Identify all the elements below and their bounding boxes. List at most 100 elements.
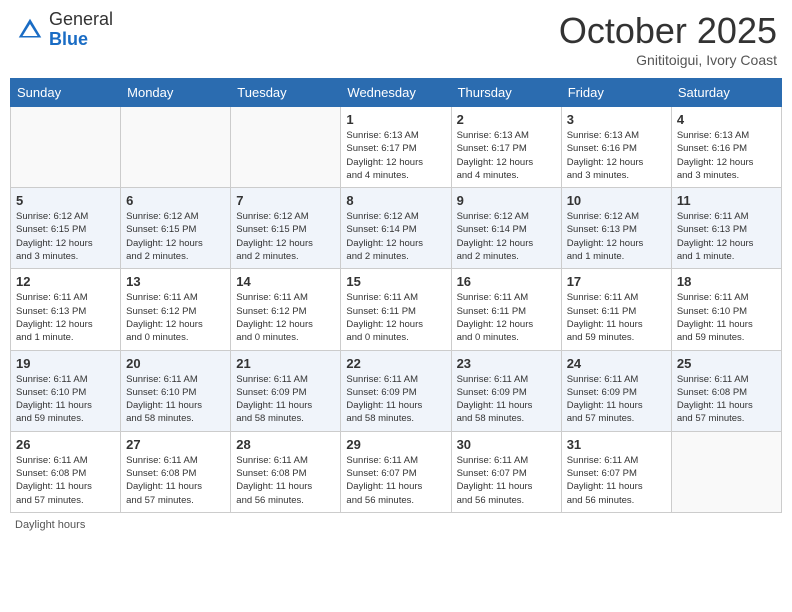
day-info: Sunrise: 6:11 AM Sunset: 6:11 PM Dayligh… bbox=[567, 291, 666, 344]
day-info: Sunrise: 6:11 AM Sunset: 6:07 PM Dayligh… bbox=[346, 454, 445, 507]
calendar-day-header: Friday bbox=[561, 79, 671, 107]
logo: General Blue bbox=[15, 10, 113, 50]
day-number: 20 bbox=[126, 356, 225, 371]
day-number: 1 bbox=[346, 112, 445, 127]
day-info: Sunrise: 6:13 AM Sunset: 6:17 PM Dayligh… bbox=[457, 129, 556, 182]
day-number: 28 bbox=[236, 437, 335, 452]
calendar-day-cell: 21Sunrise: 6:11 AM Sunset: 6:09 PM Dayli… bbox=[231, 350, 341, 431]
day-number: 16 bbox=[457, 274, 556, 289]
month-title: October 2025 bbox=[559, 10, 777, 52]
calendar-day-cell: 29 Sunrise: 6:11 AM Sunset: 6:07 PM Dayli… bbox=[341, 431, 451, 512]
logo-text: General Blue bbox=[49, 10, 113, 50]
calendar-day-header: Wednesday bbox=[341, 79, 451, 107]
day-info: Sunrise: 6:11 AM Sunset: 6:08 PM Dayligh… bbox=[677, 373, 776, 426]
calendar-day-cell bbox=[231, 107, 341, 188]
day-info: Sunrise: 6:11 AM Sunset: 6:08 PM Dayligh… bbox=[126, 454, 225, 507]
day-number: 22 bbox=[346, 356, 445, 371]
calendar-day-cell: 4 Sunrise: 6:13 AM Sunset: 6:16 PM Daylig… bbox=[671, 107, 781, 188]
day-info: Sunrise: 6:13 AM Sunset: 6:17 PM Dayligh… bbox=[346, 129, 445, 182]
calendar-day-cell: 20Sunrise: 6:11 AM Sunset: 6:10 PM Dayli… bbox=[121, 350, 231, 431]
day-info: Sunrise: 6:13 AM Sunset: 6:16 PM Dayligh… bbox=[677, 129, 776, 182]
day-info: Sunrise: 6:11 AM Sunset: 6:12 PM Dayligh… bbox=[236, 291, 335, 344]
day-number: 4 bbox=[677, 112, 776, 127]
calendar-day-cell bbox=[671, 431, 781, 512]
day-number: 21 bbox=[236, 356, 335, 371]
day-info: Sunrise: 6:13 AM Sunset: 6:16 PM Dayligh… bbox=[567, 129, 666, 182]
day-number: 31 bbox=[567, 437, 666, 452]
calendar-day-cell: 10 Sunrise: 6:12 AM Sunset: 6:13 PM Dayli… bbox=[561, 188, 671, 269]
day-info: Sunrise: 6:11 AM Sunset: 6:08 PM Dayligh… bbox=[16, 454, 115, 507]
calendar-day-cell: 18 Sunrise: 6:11 AM Sunset: 6:10 PM Dayli… bbox=[671, 269, 781, 350]
day-number: 17 bbox=[567, 274, 666, 289]
calendar-day-header: Monday bbox=[121, 79, 231, 107]
calendar-day-cell: 15Sunrise: 6:11 AM Sunset: 6:11 PM Dayli… bbox=[341, 269, 451, 350]
day-number: 11 bbox=[677, 193, 776, 208]
title-block: October 2025 Gnititoigui, Ivory Coast bbox=[559, 10, 777, 68]
day-info: Sunrise: 6:11 AM Sunset: 6:10 PM Dayligh… bbox=[677, 291, 776, 344]
day-info: Sunrise: 6:12 AM Sunset: 6:15 PM Dayligh… bbox=[236, 210, 335, 263]
day-info: Sunrise: 6:11 AM Sunset: 6:10 PM Dayligh… bbox=[16, 373, 115, 426]
logo-general-text: General bbox=[49, 10, 113, 30]
day-number: 27 bbox=[126, 437, 225, 452]
day-number: 19 bbox=[16, 356, 115, 371]
calendar-day-cell: 22 Sunrise: 6:11 AM Sunset: 6:09 PM Dayli… bbox=[341, 350, 451, 431]
day-number: 26 bbox=[16, 437, 115, 452]
day-number: 10 bbox=[567, 193, 666, 208]
day-info: Sunrise: 6:11 AM Sunset: 6:11 PM Dayligh… bbox=[457, 291, 556, 344]
logo-icon bbox=[15, 15, 45, 45]
calendar-day-cell: 11 Sunrise: 6:11 AM Sunset: 6:13 PM Dayli… bbox=[671, 188, 781, 269]
calendar-day-cell: 3 Sunrise: 6:13 AM Sunset: 6:16 PM Daylig… bbox=[561, 107, 671, 188]
day-info: Sunrise: 6:12 AM Sunset: 6:15 PM Dayligh… bbox=[126, 210, 225, 263]
calendar-day-cell: 12Sunrise: 6:11 AM Sunset: 6:13 PM Dayli… bbox=[11, 269, 121, 350]
calendar-day-cell: 16 Sunrise: 6:11 AM Sunset: 6:11 PM Dayli… bbox=[451, 269, 561, 350]
calendar-day-cell: 6Sunrise: 6:12 AM Sunset: 6:15 PM Daylig… bbox=[121, 188, 231, 269]
day-number: 24 bbox=[567, 356, 666, 371]
calendar-day-cell: 7Sunrise: 6:12 AM Sunset: 6:15 PM Daylig… bbox=[231, 188, 341, 269]
day-info: Sunrise: 6:11 AM Sunset: 6:09 PM Dayligh… bbox=[567, 373, 666, 426]
calendar-week-row: 12Sunrise: 6:11 AM Sunset: 6:13 PM Dayli… bbox=[11, 269, 782, 350]
calendar-week-row: 5 Sunrise: 6:12 AM Sunset: 6:15 PM Daylig… bbox=[11, 188, 782, 269]
calendar-week-row: 1 Sunrise: 6:13 AM Sunset: 6:17 PM Daylig… bbox=[11, 107, 782, 188]
day-number: 25 bbox=[677, 356, 776, 371]
day-number: 23 bbox=[457, 356, 556, 371]
day-info: Sunrise: 6:12 AM Sunset: 6:14 PM Dayligh… bbox=[346, 210, 445, 263]
calendar-day-cell: 30 Sunrise: 6:11 AM Sunset: 6:07 PM Dayli… bbox=[451, 431, 561, 512]
calendar-day-header: Sunday bbox=[11, 79, 121, 107]
calendar-day-cell: 5 Sunrise: 6:12 AM Sunset: 6:15 PM Daylig… bbox=[11, 188, 121, 269]
day-info: Sunrise: 6:12 AM Sunset: 6:15 PM Dayligh… bbox=[16, 210, 115, 263]
day-info: Sunrise: 6:11 AM Sunset: 6:11 PM Dayligh… bbox=[346, 291, 445, 344]
day-number: 13 bbox=[126, 274, 225, 289]
page-header: General Blue October 2025 Gnititoigui, I… bbox=[10, 10, 782, 68]
calendar-day-cell: 1 Sunrise: 6:13 AM Sunset: 6:17 PM Daylig… bbox=[341, 107, 451, 188]
calendar-day-cell bbox=[11, 107, 121, 188]
day-info: Sunrise: 6:11 AM Sunset: 6:09 PM Dayligh… bbox=[346, 373, 445, 426]
calendar-header-row: SundayMondayTuesdayWednesdayThursdayFrid… bbox=[11, 79, 782, 107]
calendar-day-cell: 8 Sunrise: 6:12 AM Sunset: 6:14 PM Daylig… bbox=[341, 188, 451, 269]
calendar-day-cell: 23 Sunrise: 6:11 AM Sunset: 6:09 PM Dayli… bbox=[451, 350, 561, 431]
day-number: 8 bbox=[346, 193, 445, 208]
day-number: 5 bbox=[16, 193, 115, 208]
calendar-day-cell: 19 Sunrise: 6:11 AM Sunset: 6:10 PM Dayli… bbox=[11, 350, 121, 431]
calendar-day-cell: 13Sunrise: 6:11 AM Sunset: 6:12 PM Dayli… bbox=[121, 269, 231, 350]
day-number: 18 bbox=[677, 274, 776, 289]
day-number: 3 bbox=[567, 112, 666, 127]
day-info: Sunrise: 6:11 AM Sunset: 6:07 PM Dayligh… bbox=[457, 454, 556, 507]
calendar-day-cell: 14 Sunrise: 6:11 AM Sunset: 6:12 PM Dayli… bbox=[231, 269, 341, 350]
day-number: 30 bbox=[457, 437, 556, 452]
day-number: 14 bbox=[236, 274, 335, 289]
day-info: Sunrise: 6:11 AM Sunset: 6:07 PM Dayligh… bbox=[567, 454, 666, 507]
day-info: Sunrise: 6:11 AM Sunset: 6:08 PM Dayligh… bbox=[236, 454, 335, 507]
calendar-day-cell: 2Sunrise: 6:13 AM Sunset: 6:17 PM Daylig… bbox=[451, 107, 561, 188]
calendar-day-cell: 25 Sunrise: 6:11 AM Sunset: 6:08 PM Dayli… bbox=[671, 350, 781, 431]
footer: Daylight hours bbox=[10, 519, 782, 531]
day-number: 29 bbox=[346, 437, 445, 452]
day-info: Sunrise: 6:11 AM Sunset: 6:13 PM Dayligh… bbox=[677, 210, 776, 263]
calendar-day-header: Saturday bbox=[671, 79, 781, 107]
day-info: Sunrise: 6:11 AM Sunset: 6:09 PM Dayligh… bbox=[457, 373, 556, 426]
calendar-day-header: Tuesday bbox=[231, 79, 341, 107]
day-info: Sunrise: 6:12 AM Sunset: 6:14 PM Dayligh… bbox=[457, 210, 556, 263]
day-info: Sunrise: 6:12 AM Sunset: 6:13 PM Dayligh… bbox=[567, 210, 666, 263]
calendar-day-cell: 26 Sunrise: 6:11 AM Sunset: 6:08 PM Dayli… bbox=[11, 431, 121, 512]
footer-text: Daylight hours bbox=[15, 519, 85, 531]
calendar-day-cell: 9Sunrise: 6:12 AM Sunset: 6:14 PM Daylig… bbox=[451, 188, 561, 269]
